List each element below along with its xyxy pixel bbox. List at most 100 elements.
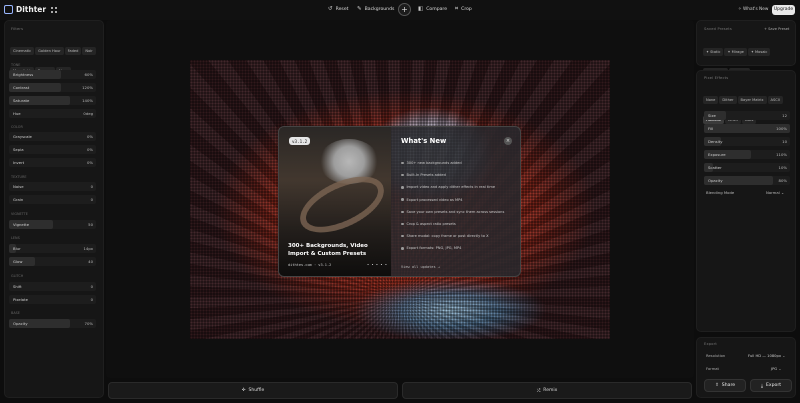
scatter-slider[interactable]: Scatter 10% <box>704 163 790 172</box>
logo-icon <box>4 5 13 14</box>
update-item: Built-In Presets added <box>401 173 446 177</box>
chevron-down-icon: ⌄ <box>782 354 786 358</box>
effect-chip[interactable]: None <box>703 96 719 104</box>
brush-icon: ✎ <box>357 6 362 12</box>
reset-button[interactable]: ↺ Reset <box>328 6 348 12</box>
slider-value: 10% <box>778 165 787 170</box>
share-button[interactable]: ⇪ Share <box>704 379 746 392</box>
texture-title: TEXTURE <box>11 175 27 179</box>
save-preset-button[interactable]: + Save Preset <box>764 27 789 31</box>
format-select[interactable]: JPG ⌄ <box>771 367 781 371</box>
brightness-slider[interactable]: Brightness 60% <box>9 70 96 79</box>
bullet-icon <box>401 247 404 250</box>
sepia-slider[interactable]: Sepia 0% <box>9 145 96 154</box>
base-title: BASE <box>11 311 20 315</box>
filter-chip[interactable]: Noir <box>82 47 96 55</box>
preset-chip[interactable]: ✦ Mosaic <box>747 48 771 56</box>
slider-value: 0 <box>90 197 93 202</box>
update-item: Save your own presets and sync them acro… <box>401 210 504 214</box>
add-button[interactable]: + <box>398 3 411 16</box>
slider-label: Opacity <box>13 321 28 326</box>
shuffle-button[interactable]: ✣ Shuffle <box>108 382 398 399</box>
shift-slider[interactable]: Shift 0 <box>9 282 96 291</box>
slider-label: Hue <box>13 111 21 116</box>
whats-new-link[interactable]: ✧ What's New <box>738 7 768 12</box>
slider-label: Size <box>708 113 716 118</box>
carousel-dots[interactable]: • • • • • <box>367 263 388 267</box>
slider-label: Glow <box>13 259 23 264</box>
slider-label: Grayscale <box>13 134 32 139</box>
sparkle-icon: ✧ <box>738 7 742 12</box>
grain-slider[interactable]: Grain 0 <box>9 195 96 204</box>
logo[interactable]: Dithter <box>4 5 58 14</box>
blur-slider[interactable]: Blur 14px <box>9 244 96 253</box>
opacity-slider[interactable]: Opacity 70% <box>9 319 96 328</box>
slider-value: 70% <box>84 321 93 326</box>
close-icon[interactable]: × <box>504 137 512 145</box>
vignette-title: VIGNETTE <box>11 212 28 216</box>
slider-label: Opacity <box>708 178 723 183</box>
preset-chip[interactable]: ✦ Mirage <box>724 48 747 56</box>
exposure-slider[interactable]: Exposure 110% <box>704 150 790 159</box>
modal-headline: 300+ Backgrounds, Video Import & Custom … <box>288 243 368 257</box>
update-item: Import video and apply dither effects in… <box>401 185 495 189</box>
saturate-slider[interactable]: Saturate 140% <box>9 96 96 105</box>
compare-button[interactable]: ◧ Compare <box>418 6 447 12</box>
grayscale-slider[interactable]: Grayscale 0% <box>9 132 96 141</box>
glow-slider[interactable]: Glow 40 <box>9 257 96 266</box>
invert-slider[interactable]: Invert 0% <box>9 158 96 167</box>
blending-mode-select[interactable]: Normal ⌄ <box>766 190 784 195</box>
noise-slider[interactable]: Noise 0 <box>9 182 96 191</box>
slider-value: 0 <box>90 297 93 302</box>
filter-chip[interactable]: Cinematic <box>10 47 35 55</box>
share-icon: ⇪ <box>714 383 719 388</box>
view-all-updates-link[interactable]: View all updates → <box>401 265 440 269</box>
slider-value: 40 <box>88 259 93 264</box>
slider-value: 0% <box>86 160 93 165</box>
opacity-slider[interactable]: Opacity 80% <box>704 176 790 185</box>
filter-chip[interactable]: Faded <box>64 47 82 55</box>
slider-value: 0% <box>86 147 93 152</box>
filters-title: Filters <box>11 27 24 31</box>
slider-value: 120% <box>82 85 93 90</box>
slider-label: Saturate <box>13 98 30 103</box>
contrast-slider[interactable]: Contrast 120% <box>9 83 96 92</box>
fill-slider[interactable]: Fill 100% <box>704 124 790 133</box>
size-slider[interactable]: Size 12 <box>704 111 790 120</box>
effect-chip[interactable]: Dither <box>719 96 737 104</box>
top-bar: Dithter ↺ Reset ✎ Backgrounds + ◧ Compar… <box>0 0 800 20</box>
density-slider[interactable]: Density 10 <box>704 137 790 146</box>
slider-label: Shift <box>13 284 22 289</box>
slider-label: Density <box>708 139 723 144</box>
remix-button[interactable]: ⤮ Remix <box>402 382 692 399</box>
hue-slider[interactable]: Hue 0deg <box>9 109 96 118</box>
slider-label: Vignette <box>13 222 30 227</box>
bullet-icon <box>401 222 404 226</box>
vignette-slider[interactable]: Vignette 50 <box>9 220 96 229</box>
slider-value: 60% <box>84 72 93 77</box>
resolution-select[interactable]: Full HD — 1080px ⌄ <box>748 354 785 358</box>
pixel-effects-title: Pixel Effects <box>704 76 729 80</box>
upgrade-button[interactable]: Upgrade <box>772 5 795 15</box>
effect-chip[interactable]: ASCII <box>767 96 783 104</box>
pixelate-slider[interactable]: Pixelate 0 <box>9 295 96 304</box>
plus-icon: + <box>401 5 408 14</box>
slider-value: 80% <box>778 178 787 183</box>
blending-mode-label: Blending Mode <box>706 190 735 195</box>
slider-value: 0% <box>86 134 93 139</box>
slider-label: Sepia <box>13 147 24 152</box>
export-button[interactable]: ⤓ Export <box>750 379 792 392</box>
bullet-icon <box>401 210 404 214</box>
modal-hero: v3.1.2 300+ Backgrounds, Video Import & … <box>279 127 393 276</box>
preset-chip[interactable]: ✦ Static <box>703 48 724 56</box>
modal-title: What's New <box>401 137 447 145</box>
filter-chip[interactable]: Golden Hour <box>35 47 64 55</box>
slider-label: Exposure <box>708 152 726 157</box>
effect-chip[interactable]: Bayer Matrix <box>737 96 767 104</box>
slider-value: 110% <box>776 152 787 157</box>
update-item: Export formats: PNG, JPG, MP4 <box>401 246 461 250</box>
crop-button[interactable]: ⌗ Crop <box>455 6 472 13</box>
grid-menu-icon[interactable] <box>51 6 58 13</box>
backgrounds-button[interactable]: ✎ Backgrounds <box>357 6 394 12</box>
modal-content: What's New × 300+ new backgrounds added B… <box>391 127 520 276</box>
